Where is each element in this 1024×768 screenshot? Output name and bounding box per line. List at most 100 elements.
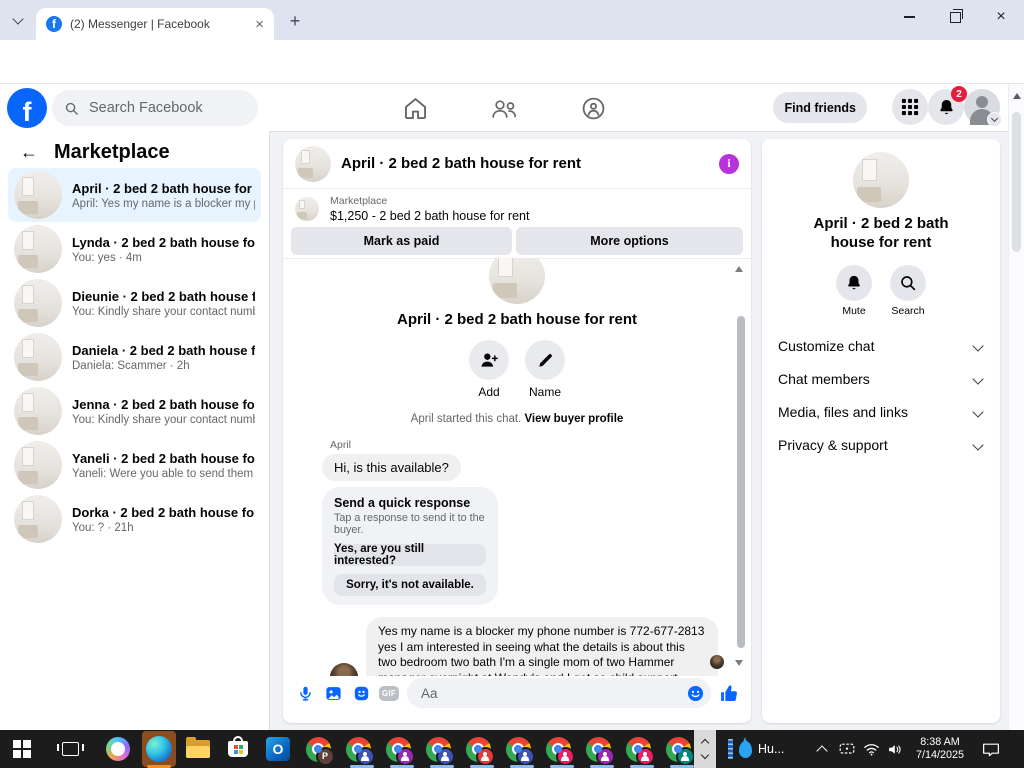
tab-close-icon[interactable]: × xyxy=(255,16,264,33)
friends-tab[interactable] xyxy=(486,93,522,123)
account-avatar[interactable] xyxy=(964,89,1002,127)
message-input-pill[interactable] xyxy=(407,678,711,708)
conversation-item-jenna[interactable]: Jenna · 2 bed 2 bath house for rentYou: … xyxy=(8,384,261,438)
back-arrow-icon[interactable]: ← xyxy=(20,142,38,163)
chrome-profile-6-button[interactable] xyxy=(504,735,535,766)
listing-avatar xyxy=(14,333,62,381)
conversation-title: Lynda · 2 bed 2 bath house for rent xyxy=(72,234,255,250)
groups-icon xyxy=(582,97,604,119)
page-scrollbar-thumb[interactable] xyxy=(1012,112,1021,252)
scroll-up-icon[interactable] xyxy=(1013,93,1021,99)
search-input[interactable] xyxy=(87,99,231,117)
apps-menu-button[interactable] xyxy=(892,89,928,125)
more-options-button[interactable]: More options xyxy=(516,227,743,255)
chat-avatar[interactable] xyxy=(295,145,331,182)
conversation-item-daniela[interactable]: Daniela · 2 bed 2 bath house for re...Da… xyxy=(8,330,261,384)
facebook-search[interactable] xyxy=(52,90,258,126)
chrome-profile-7-button[interactable] xyxy=(544,735,575,766)
page-scrollbar[interactable] xyxy=(1008,84,1024,730)
home-tab[interactable] xyxy=(397,93,433,123)
search-in-chat-button[interactable]: Search xyxy=(890,265,926,317)
chat-scrollbar-thumb[interactable] xyxy=(737,316,745,648)
groups-tab[interactable] xyxy=(575,93,611,123)
section-customize-chat[interactable]: Customize chat xyxy=(762,329,1000,362)
chrome-profile-5-button[interactable] xyxy=(464,735,495,766)
scroll-up-icon[interactable] xyxy=(700,738,710,748)
chrome-icon: P xyxy=(305,736,335,766)
task-view-button[interactable] xyxy=(56,735,84,763)
details-avatar[interactable] xyxy=(853,152,909,208)
mark-as-paid-button[interactable]: Mark as paid xyxy=(291,227,512,255)
name-chat-button[interactable]: Name xyxy=(525,340,565,399)
chrome-profile-4-button[interactable] xyxy=(424,735,455,766)
browser-tabstrip: f (2) Messenger | Facebook × + × xyxy=(0,0,1024,40)
chrome-profile-10-button[interactable] xyxy=(664,735,695,766)
conversation-item-dieunie[interactable]: Dieunie · 2 bed 2 bath house for r...You… xyxy=(8,276,261,330)
conversation-item-april[interactable]: April · 2 bed 2 bath house for rentApril… xyxy=(8,168,261,222)
tab-search-icon[interactable] xyxy=(10,12,26,28)
intro-avatar[interactable] xyxy=(489,258,545,304)
quick-response-option-2[interactable]: Sorry, it's not available. xyxy=(334,574,486,596)
add-member-button[interactable]: Add xyxy=(469,340,509,399)
taskbar: O P Hu... 8:38 AM 7/14/2025 xyxy=(0,730,1024,768)
info-icon[interactable]: i xyxy=(719,153,739,174)
tray-expand-button[interactable] xyxy=(812,730,832,768)
voice-clip-button[interactable] xyxy=(295,683,315,703)
window-restore-button[interactable] xyxy=(932,0,978,34)
like-button[interactable] xyxy=(719,683,739,703)
volume-button[interactable] xyxy=(884,730,906,768)
section-chat-members[interactable]: Chat members xyxy=(762,362,1000,395)
details-title: April · 2 bed 2 bath house for rent xyxy=(813,215,949,251)
taskbar-overflow-scroll[interactable] xyxy=(694,730,716,768)
chrome-profile-1-button[interactable]: P xyxy=(304,735,335,766)
window-close-button[interactable]: × xyxy=(978,0,1024,34)
wifi-button[interactable] xyxy=(860,730,882,768)
gif-button[interactable]: GIF xyxy=(378,683,400,703)
microsoft-store-button[interactable] xyxy=(224,735,252,763)
sticker-icon xyxy=(354,686,368,700)
attach-image-button[interactable] xyxy=(323,683,343,703)
chrome-profile-2-button[interactable] xyxy=(344,735,375,766)
tray-cast-button[interactable] xyxy=(836,730,858,768)
section-privacy-support[interactable]: Privacy & support xyxy=(762,428,1000,461)
listing-avatar xyxy=(14,441,62,489)
message-input[interactable] xyxy=(419,684,686,702)
chat-scroll-down-icon[interactable] xyxy=(735,660,743,666)
chrome-profile-8-button[interactable] xyxy=(584,735,615,766)
sticker-button[interactable] xyxy=(351,683,371,703)
start-button[interactable] xyxy=(8,735,36,763)
edge-button[interactable] xyxy=(145,735,173,763)
quick-response-option-1[interactable]: Yes, are you still interested? xyxy=(334,543,486,567)
find-friends-button[interactable]: Find friends xyxy=(773,92,867,123)
sender-avatar[interactable] xyxy=(330,663,358,676)
window-minimize-button[interactable] xyxy=(886,0,932,34)
view-buyer-profile-link[interactable]: View buyer profile xyxy=(524,413,623,425)
chrome-profile-3-button[interactable] xyxy=(384,735,415,766)
conversation-item-lynda[interactable]: Lynda · 2 bed 2 bath house for rentYou: … xyxy=(8,222,261,276)
chrome-profile-9-button[interactable] xyxy=(624,735,655,766)
clock[interactable]: 8:38 AM 7/14/2025 xyxy=(908,730,972,768)
conversation-item-dorka[interactable]: Dorka · 2 bed 2 bath house for rentYou: … xyxy=(8,492,261,546)
file-explorer-button[interactable] xyxy=(184,735,212,763)
notification-center-button[interactable] xyxy=(978,730,1004,768)
section-media-files-links[interactable]: Media, files and links xyxy=(762,395,1000,428)
chat-title[interactable]: April · 2 bed 2 bath house for rent xyxy=(341,155,709,172)
notifications-button[interactable]: 2 xyxy=(928,86,967,125)
copilot-button[interactable] xyxy=(104,735,132,763)
conversation-item-yaneli[interactable]: Yaneli · 2 bed 2 bath house for rentYane… xyxy=(8,438,261,492)
browser-tab[interactable]: f (2) Messenger | Facebook × xyxy=(36,8,274,40)
chat-scroll-up-icon[interactable] xyxy=(735,266,743,272)
new-tab-button[interactable]: + xyxy=(284,10,306,32)
marketplace-sidebar: ← Marketplace April · 2 bed 2 bath house… xyxy=(0,131,270,730)
scroll-down-icon[interactable] xyxy=(700,750,710,760)
mute-button[interactable]: Mute xyxy=(836,265,872,317)
profile-badge-icon xyxy=(475,746,495,766)
open-window-underline xyxy=(630,765,654,768)
browser-toolbar: ← → web.facebook.com/messages/t/24012530… xyxy=(0,40,1024,117)
weather-widget[interactable]: Hu... xyxy=(728,730,784,768)
screen: f (2) Messenger | Facebook × + × ← → web… xyxy=(0,0,1024,768)
outlook-button[interactable]: O xyxy=(264,735,292,763)
emoji-icon[interactable] xyxy=(686,684,705,703)
chrome-icon xyxy=(625,736,655,766)
facebook-logo-icon[interactable]: f xyxy=(7,88,47,128)
